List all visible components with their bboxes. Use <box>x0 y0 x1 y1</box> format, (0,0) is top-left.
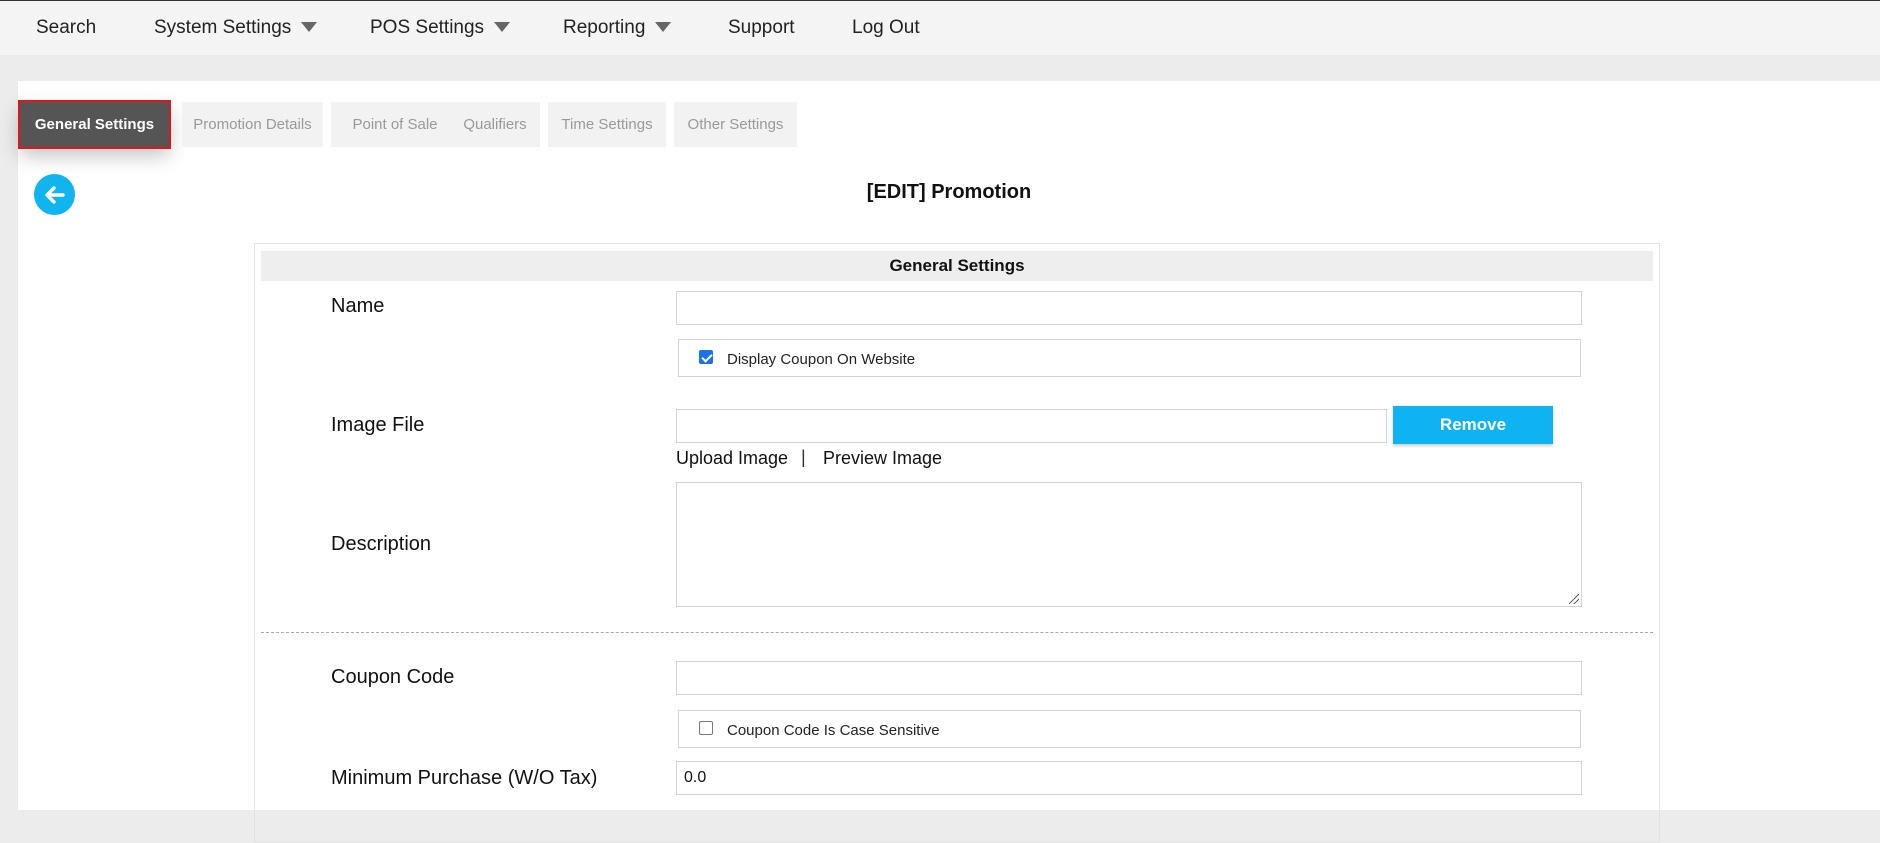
caret-down-icon <box>655 21 672 32</box>
caret-down-icon <box>494 21 511 32</box>
nav-system-settings[interactable]: System Settings <box>154 17 318 39</box>
image-file-input[interactable] <box>676 409 1387 443</box>
upload-image-link[interactable]: Upload Image <box>676 448 788 469</box>
page-title: [EDIT] Promotion <box>866 181 1032 203</box>
case-sensitive-checkbox[interactable] <box>699 721 713 735</box>
tab-other-settings[interactable]: Other Settings <box>674 102 797 147</box>
section-divider <box>261 632 1653 633</box>
coupon-code-input[interactable] <box>676 661 1582 695</box>
tab-general-settings[interactable]: General Settings <box>18 100 171 149</box>
main-panel: General Settings Promotion Details Point… <box>18 81 1880 843</box>
image-file-label: Image File <box>331 414 425 436</box>
nav-reporting-label: Reporting <box>563 17 646 38</box>
display-coupon-label: Display Coupon On Website <box>727 351 916 368</box>
display-coupon-checkbox[interactable] <box>699 350 713 364</box>
tab-qualifiers[interactable]: Qualifiers <box>450 102 540 147</box>
section-header: General Settings <box>261 251 1653 281</box>
nav-logout[interactable]: Log Out <box>852 17 920 39</box>
nav-pos-settings[interactable]: POS Settings <box>370 17 511 39</box>
display-coupon-row: Display Coupon On Website <box>678 339 1581 377</box>
name-label: Name <box>331 295 385 317</box>
minimum-purchase-input[interactable] <box>676 761 1582 795</box>
caret-down-icon <box>301 21 318 32</box>
nav-logout-label: Log Out <box>852 17 920 38</box>
case-sensitive-label: Coupon Code Is Case Sensitive <box>727 722 940 739</box>
description-textarea[interactable] <box>676 482 1582 607</box>
nav-reporting[interactable]: Reporting <box>563 17 672 39</box>
nav-support[interactable]: Support <box>728 17 795 39</box>
tab-time-settings[interactable]: Time Settings <box>548 102 666 147</box>
nav-system-settings-label: System Settings <box>154 17 292 38</box>
description-label: Description <box>331 533 432 555</box>
case-sensitive-row: Coupon Code Is Case Sensitive <box>678 710 1581 748</box>
top-navigation: Search System Settings POS Settings Repo… <box>0 0 1880 55</box>
link-separator: | <box>801 447 806 467</box>
tab-point-of-sale[interactable]: Point of Sale <box>331 102 459 147</box>
preview-image-link[interactable]: Preview Image <box>823 448 942 469</box>
remove-button[interactable]: Remove <box>1393 406 1553 444</box>
nav-search-label: Search <box>36 17 97 38</box>
resize-handle-icon[interactable] <box>1569 594 1579 604</box>
nav-search[interactable]: Search <box>36 17 96 39</box>
coupon-code-label: Coupon Code <box>331 666 455 688</box>
minimum-purchase-label: Minimum Purchase (W/O Tax) <box>331 767 598 789</box>
nav-pos-settings-label: POS Settings <box>370 17 485 38</box>
tab-promotion-details[interactable]: Promotion Details <box>182 102 323 147</box>
nav-support-label: Support <box>728 17 795 38</box>
name-input[interactable] <box>676 291 1582 325</box>
